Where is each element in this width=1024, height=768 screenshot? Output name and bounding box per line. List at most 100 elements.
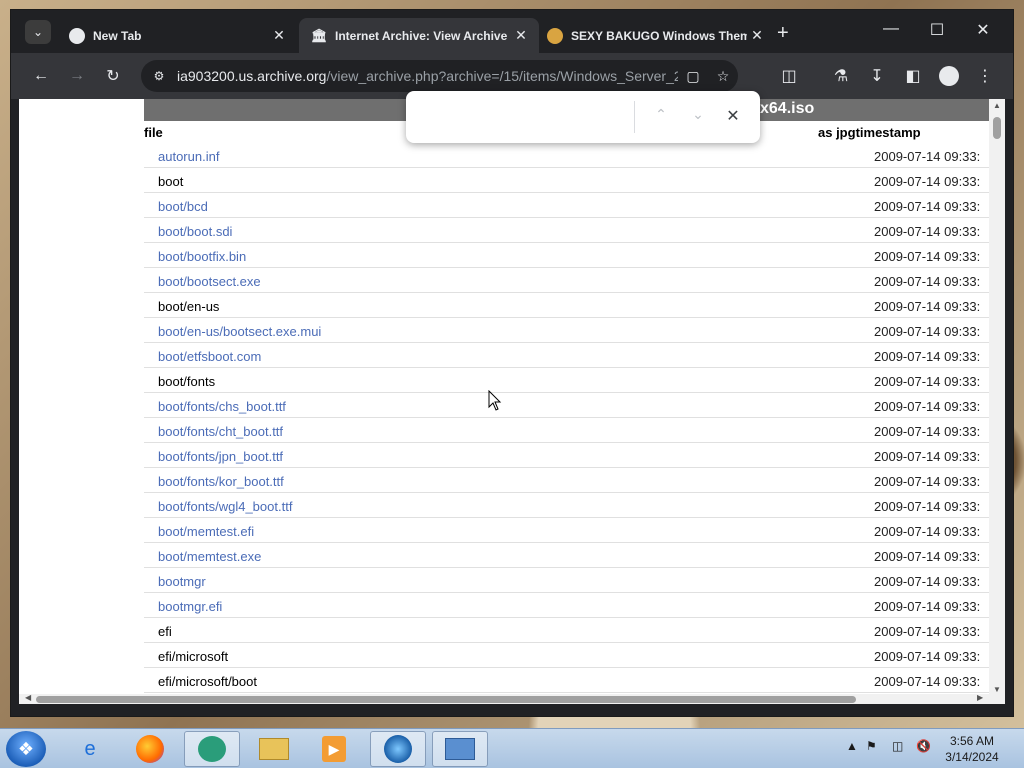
file-timestamp: 2009-07-14 09:33:	[874, 649, 981, 664]
vertical-scroll-thumb[interactable]	[993, 117, 1001, 139]
find-next-button[interactable]: ⌄	[686, 106, 710, 123]
table-row: bootmgr.efi 2009-07-14 09:33:	[144, 593, 989, 618]
tray-expand-icon[interactable]: ▲	[846, 739, 858, 753]
start-button[interactable]: ❖	[6, 731, 46, 767]
close-icon[interactable]: ✕	[511, 27, 531, 44]
arrow-left-icon: ←	[33, 67, 49, 84]
url-path: /view_archive.php?archive=/15/items/Wind…	[326, 68, 678, 84]
network-icon[interactable]: ◫	[892, 739, 903, 753]
scroll-down-arrow[interactable]: ▼	[989, 685, 1005, 694]
windows-taskbar: ❖ e ▶ ▲ ⚑ ◫ 🔇 3:56 AM 3/14/2024	[0, 728, 1024, 768]
site-info-icon[interactable]: ⚙	[151, 69, 167, 83]
file-timestamp: 2009-07-14 09:33:	[874, 624, 981, 639]
tab-internet-archive[interactable]: 🏛 Internet Archive: View Archive ✕	[299, 18, 539, 53]
page-search-icon[interactable]: ▢	[678, 68, 708, 85]
menu-icon[interactable]: ⋮	[973, 64, 997, 88]
file-link[interactable]: boot/bootfix.bin	[158, 249, 246, 264]
file-explorer-icon[interactable]	[246, 731, 302, 767]
find-previous-button[interactable]: ⌃	[649, 106, 673, 123]
file-link[interactable]: boot/bootsect.exe	[158, 274, 261, 289]
close-icon[interactable]: ✕	[747, 27, 767, 44]
side-panel-icon[interactable]: ◧	[901, 64, 925, 88]
file-link[interactable]: boot/en-us/bootsect.exe.mui	[158, 324, 321, 339]
file-timestamp: 2009-07-14 09:33:	[874, 299, 981, 314]
reload-button[interactable]: ↻	[101, 64, 125, 88]
table-row: boot/bcd 2009-07-14 09:33:	[144, 193, 989, 218]
minimize-button[interactable]: —	[876, 20, 906, 38]
file-timestamp: 2009-07-14 09:33:	[874, 449, 981, 464]
url-host: ia903200.us.archive.org	[177, 68, 327, 84]
file-name: efi/microsoft	[158, 649, 229, 664]
tab-search-button[interactable]: ⌄	[25, 20, 51, 44]
file-timestamp: 2009-07-14 09:33:	[874, 499, 981, 514]
action-center-flag-icon[interactable]: ⚑	[866, 739, 877, 753]
media-player-icon[interactable]: ▶	[306, 731, 362, 767]
star-icon[interactable]: ☆	[708, 68, 738, 85]
table-row: efi 2009-07-14 09:33:	[144, 618, 989, 643]
file-timestamp: 2009-07-14 09:33:	[874, 274, 981, 289]
forward-button[interactable]: →	[65, 64, 89, 88]
close-icon[interactable]: ✕	[269, 27, 289, 44]
arrow-right-icon: →	[69, 67, 85, 84]
scroll-right-arrow[interactable]: ▶	[977, 693, 983, 702]
profile-avatar-icon[interactable]	[937, 64, 961, 88]
scroll-up-arrow[interactable]: ▲	[989, 101, 1005, 110]
file-link[interactable]: bootmgr.efi	[158, 599, 222, 614]
tab-new-tab[interactable]: New Tab ✕	[57, 18, 297, 53]
vertical-scrollbar[interactable]: ▲ ▼	[989, 99, 1005, 704]
url-text: ia903200.us.archive.org/view_archive.php…	[177, 68, 678, 84]
file-link[interactable]: bootmgr	[158, 574, 206, 589]
download-icon[interactable]: ↧	[865, 64, 889, 88]
file-link[interactable]: boot/etfsboot.com	[158, 349, 261, 364]
table-row: boot 2009-07-14 09:33:	[144, 168, 989, 193]
download-manager-icon[interactable]	[370, 731, 426, 767]
labs-flask-icon[interactable]: ⚗	[829, 64, 853, 88]
file-link[interactable]: boot/bcd	[158, 199, 208, 214]
file-timestamp: 2009-07-14 09:33:	[874, 374, 981, 389]
table-row: boot/fonts/chs_boot.ttf 2009-07-14 09:33:	[144, 393, 989, 418]
table-row: boot/en-us 2009-07-14 09:33:	[144, 293, 989, 318]
file-link[interactable]: boot/fonts/wgl4_boot.ttf	[158, 499, 292, 514]
file-name: efi/microsoft/boot	[158, 674, 257, 689]
file-link[interactable]: boot/fonts/cht_boot.ttf	[158, 424, 283, 439]
find-close-button[interactable]: ✕	[721, 106, 745, 126]
scroll-left-arrow[interactable]: ◀	[25, 693, 31, 702]
close-window-button[interactable]: ✕	[968, 20, 998, 40]
file-link[interactable]: boot/boot.sdi	[158, 224, 232, 239]
chat-app-icon[interactable]	[184, 731, 240, 767]
file-link[interactable]: boot/memtest.efi	[158, 524, 254, 539]
table-row: autorun.inf 2009-07-14 09:33:	[144, 143, 989, 168]
extensions-icon[interactable]: ◫	[777, 64, 801, 88]
file-timestamp: 2009-07-14 09:33:	[874, 599, 981, 614]
find-input[interactable]	[420, 104, 630, 130]
file-timestamp: 2009-07-14 09:33:	[874, 549, 981, 564]
maximize-button[interactable]: ☐	[922, 20, 952, 40]
file-link[interactable]: boot/fonts/jpn_boot.ttf	[158, 449, 283, 464]
file-link[interactable]: autorun.inf	[158, 149, 219, 164]
file-link[interactable]: boot/memtest.exe	[158, 549, 261, 564]
horizontal-scroll-thumb[interactable]	[36, 696, 856, 703]
tab-bakugo-theme[interactable]: SEXY BAKUGO Windows Them ✕	[535, 18, 775, 53]
file-name: boot/en-us	[158, 299, 220, 314]
horizontal-scrollbar[interactable]: ◀ ▶	[19, 693, 989, 704]
header-file: file	[144, 125, 163, 140]
clock-date: 3/14/2024	[945, 750, 999, 764]
internet-explorer-icon[interactable]: e	[62, 731, 118, 767]
file-timestamp: 2009-07-14 09:33:	[874, 399, 981, 414]
firefox-icon[interactable]	[122, 731, 178, 767]
taskbar-clock[interactable]: 3:56 AM 3/14/2024	[940, 733, 1004, 765]
address-bar[interactable]: ⚙ ia903200.us.archive.org/view_archive.p…	[141, 60, 738, 92]
file-link[interactable]: boot/fonts/chs_boot.ttf	[158, 399, 286, 414]
file-link[interactable]: boot/fonts/kor_boot.ttf	[158, 474, 284, 489]
new-tab-button[interactable]: +	[777, 22, 789, 45]
table-row: boot/fonts 2009-07-14 09:33:	[144, 368, 989, 393]
file-timestamp: 2009-07-14 09:33:	[874, 674, 981, 689]
table-row: boot/fonts/jpn_boot.ttf 2009-07-14 09:33:	[144, 443, 989, 468]
volume-muted-icon[interactable]: 🔇	[916, 739, 931, 753]
table-row: boot/fonts/kor_boot.ttf 2009-07-14 09:33:	[144, 468, 989, 493]
file-timestamp: 2009-07-14 09:33:	[874, 174, 981, 189]
tab-title: New Tab	[93, 28, 142, 43]
control-panel-icon[interactable]	[432, 731, 488, 767]
file-timestamp: 2009-07-14 09:33:	[874, 224, 981, 239]
back-button[interactable]: ←	[29, 64, 53, 88]
